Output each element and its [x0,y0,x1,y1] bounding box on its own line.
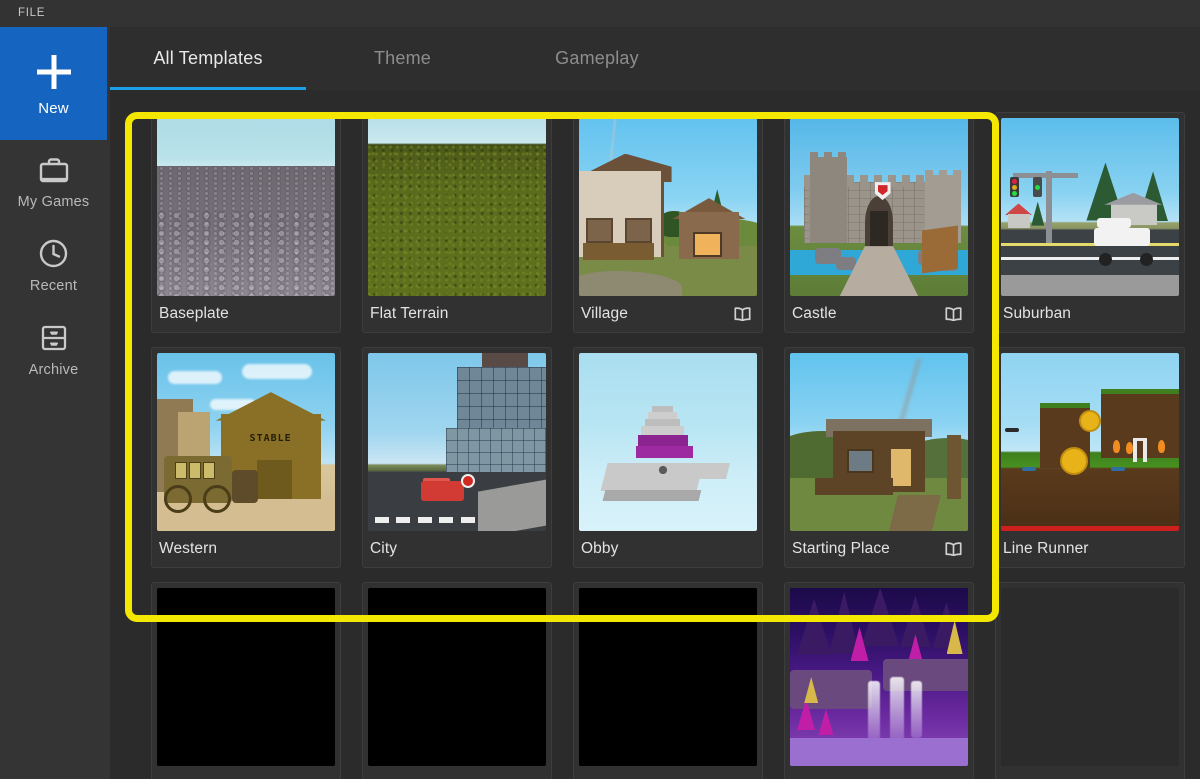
template-title: Village [581,305,628,323]
template-card-baseplate[interactable]: Baseplate [151,112,341,333]
stable-sign: STABLE [250,433,292,444]
template-title: Obby [581,540,618,558]
template-card-footer [157,766,335,779]
template-card-village[interactable]: Village [573,112,763,333]
book-icon[interactable] [945,542,962,556]
template-thumbnail-baseplate [157,118,335,296]
tab-all-templates-label: All Templates [153,48,262,69]
menu-item-file[interactable]: FILE [0,0,55,27]
sidebar-item-archive-label: Archive [29,362,79,378]
tab-theme[interactable]: Theme [306,27,499,90]
template-thumbnail-fantasy [790,588,968,766]
template-card-footer: Suburban [1001,296,1179,332]
template-card-flat-terrain[interactable]: Flat Terrain [362,112,552,333]
template-thumbnail-loading [157,588,335,766]
plus-icon [32,50,76,94]
tab-gameplay-label: Gameplay [555,48,639,69]
template-card-footer [790,766,968,779]
tab-strip: All Templates Theme Gameplay [110,27,1200,90]
template-card-starting-place[interactable]: Starting Place [784,347,974,568]
template-card-castle[interactable]: Castle [784,112,974,333]
studio-start-screen: FILE New My Games [0,0,1200,779]
template-card-fantasy[interactable] [784,582,974,779]
template-title: City [370,540,397,558]
sidebar-item-new[interactable]: New [0,27,107,140]
template-thumbnail-castle [790,118,968,296]
template-title: Starting Place [792,540,890,558]
template-card-footer: Baseplate [157,296,335,332]
template-thumbnail-flat-terrain [368,118,546,296]
book-icon[interactable] [734,307,751,321]
sidebar-item-archive[interactable]: Archive [0,308,107,392]
template-card-loading-2[interactable] [362,582,552,779]
sidebar-item-recent[interactable]: Recent [0,224,107,308]
sidebar: New My Games Recent [0,27,110,779]
template-thumbnail-line-runner [1001,353,1179,531]
template-card-footer: Obby [579,531,757,567]
template-card-loading-1[interactable] [151,582,341,779]
template-thumbnail-obby [579,353,757,531]
menu-bar: FILE [0,0,1200,27]
template-card-city[interactable]: City [362,347,552,568]
template-card-footer [1001,766,1179,779]
template-card-footer: Starting Place [790,531,968,567]
template-thumbnail-loading [1001,588,1179,766]
template-grid-panel: Baseplate Flat Terrain [110,90,1200,779]
template-card-western[interactable]: STABLE Western [151,347,341,568]
sidebar-item-recent-label: Recent [30,278,77,294]
template-thumbnail-suburban [1001,118,1179,296]
template-thumbnail-loading [368,588,546,766]
template-card-footer: Flat Terrain [368,296,546,332]
template-title: Baseplate [159,305,229,323]
tab-theme-label: Theme [374,48,431,69]
sidebar-item-my-games[interactable]: My Games [0,140,107,224]
tab-all-templates[interactable]: All Templates [110,27,306,90]
template-card-footer [579,766,757,779]
template-card-footer: Castle [790,296,968,332]
briefcase-icon [38,155,70,185]
clock-icon [38,238,69,269]
template-title: Line Runner [1003,540,1089,558]
template-card-footer: Village [579,296,757,332]
sidebar-item-my-games-label: My Games [18,194,90,210]
template-card-footer: Western [157,531,335,567]
template-title: Western [159,540,217,558]
template-card-loading-3[interactable] [573,582,763,779]
template-card-loading-4[interactable] [995,582,1185,779]
template-card-obby[interactable]: Obby [573,347,763,568]
template-card-footer [368,766,546,779]
template-card-footer: City [368,531,546,567]
template-grid: Baseplate Flat Terrain [151,112,1200,779]
template-thumbnail-starting-place [790,353,968,531]
book-icon[interactable] [945,307,962,321]
template-card-footer: Line Runner [1001,531,1179,567]
template-thumbnail-city [368,353,546,531]
tab-gameplay[interactable]: Gameplay [499,27,695,90]
template-title: Suburban [1003,305,1071,323]
archive-icon [39,323,69,353]
template-card-suburban[interactable]: Suburban [995,112,1185,333]
template-card-line-runner[interactable]: Line Runner [995,347,1185,568]
sidebar-item-new-label: New [38,100,69,117]
template-title: Castle [792,305,837,323]
template-thumbnail-village [579,118,757,296]
template-title: Flat Terrain [370,305,448,323]
template-thumbnail-western: STABLE [157,353,335,531]
template-thumbnail-loading [579,588,757,766]
